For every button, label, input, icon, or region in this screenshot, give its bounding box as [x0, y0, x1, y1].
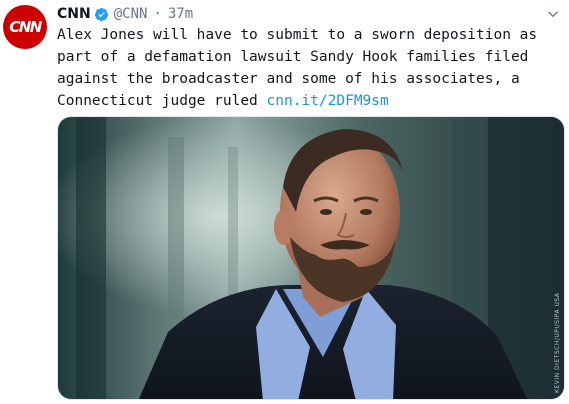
tweet-text: Alex Jones will have to submit to a swor… — [57, 24, 562, 112]
photo-image — [58, 117, 564, 399]
tweet-card[interactable]: CNN CNN @CNN · 37m Alex Jones will have … — [0, 0, 569, 404]
separator-dot: · — [153, 6, 162, 22]
tweet-header: CNN @CNN · 37m — [57, 4, 539, 24]
author-handle[interactable]: @CNN — [114, 6, 148, 22]
avatar-logo-text: CNN — [9, 18, 42, 36]
photo-credit: KEVIN DIETSCH/UPI/SIPA USA — [554, 292, 561, 393]
timestamp[interactable]: 37m — [168, 6, 193, 22]
tweet-link[interactable]: cnn.it/2DFM9sm — [267, 93, 389, 109]
author-name[interactable]: CNN — [57, 6, 91, 22]
avatar[interactable]: CNN — [3, 5, 47, 49]
tweet-photo[interactable]: KEVIN DIETSCH/UPI/SIPA USA — [57, 116, 565, 400]
chevron-down-icon[interactable] — [545, 6, 561, 22]
verified-badge-icon — [94, 7, 109, 22]
